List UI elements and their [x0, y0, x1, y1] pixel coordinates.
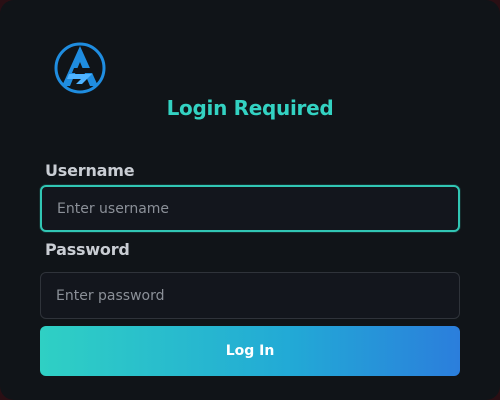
username-label: Username: [45, 161, 135, 180]
password-input[interactable]: [40, 272, 460, 319]
stylized-a-logo-icon: [54, 42, 106, 94]
login-card: Login Required Username Password Log In: [0, 0, 500, 400]
username-input[interactable]: [40, 185, 460, 232]
page-title: Login Required: [166, 96, 334, 120]
login-button[interactable]: Log In: [40, 326, 460, 376]
password-label: Password: [45, 240, 130, 259]
